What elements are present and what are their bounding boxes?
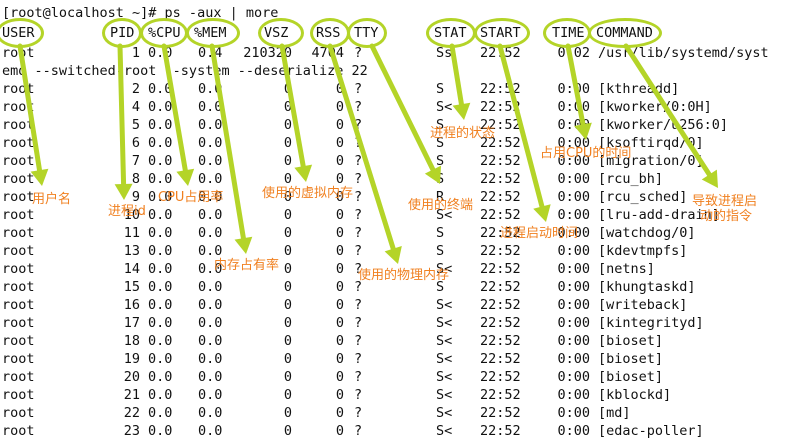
arrow-time: [565, 43, 592, 140]
annotation-stat: 进程的状态: [430, 126, 496, 141]
arrow-vsz: [279, 43, 313, 182]
arrow-rss: [327, 43, 402, 264]
annotation-time: 占用CPU的时间: [540, 146, 632, 161]
terminal-window[interactable]: [root@localhost ~]# ps -aux | more USER P…: [0, 0, 785, 447]
annotation-command: 导致进程启 动的指令: [692, 194, 757, 224]
arrow-tty: [369, 43, 442, 184]
arrow-pid: [114, 43, 133, 200]
arrow-command: [623, 43, 718, 188]
annotation-tty: 使用的终端: [408, 198, 474, 213]
annotation-vsz: 使用的虚拟内存: [262, 186, 354, 201]
arrow-user: [17, 43, 49, 186]
arrow-mem: [209, 43, 253, 254]
annotation-pid: 进程id: [108, 204, 146, 219]
annotation-command-line1: 导致进程启: [692, 194, 758, 209]
annotation-user: 用户名: [32, 192, 72, 207]
annotation-command-line2: 动的指令: [700, 209, 753, 224]
annotation-cpu: CPU占用率: [158, 190, 224, 205]
annotation-mem: 内存占有率: [214, 258, 280, 273]
arrow-cpu: [161, 43, 195, 186]
annotation-rss: 使用的物理内存: [358, 268, 450, 283]
arrow-start: [497, 43, 551, 222]
annotation-arrows: [17, 43, 718, 264]
arrow-stat: [449, 43, 471, 120]
annotation-start: 进程启动时间: [500, 226, 579, 241]
